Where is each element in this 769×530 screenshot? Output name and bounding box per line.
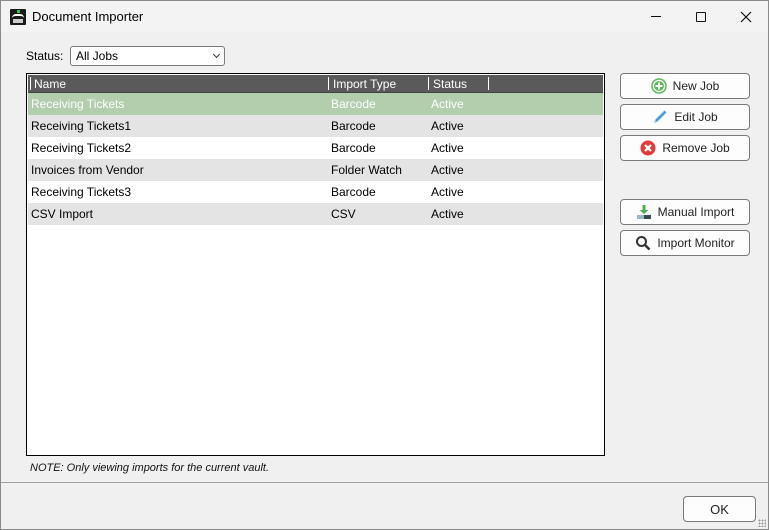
column-separator[interactable] (328, 77, 329, 90)
job-import-type: Barcode (331, 97, 376, 111)
remove-job-button[interactable]: Remove Job (620, 135, 750, 161)
job-import-type: Folder Watch (331, 163, 402, 177)
new-job-button[interactable]: New Job (620, 73, 750, 99)
manual-import-label: Manual Import (657, 205, 735, 219)
status-filter-dropdown[interactable]: All Jobs (70, 46, 225, 66)
plus-circle-icon (650, 78, 667, 94)
job-name: CSV Import (31, 207, 94, 221)
job-status: Active (431, 97, 464, 111)
import-monitor-label: Import Monitor (657, 236, 735, 250)
job-import-type: Barcode (331, 185, 376, 199)
list-header: Name Import Type Status (28, 75, 603, 93)
column-separator[interactable] (428, 77, 429, 90)
new-job-label: New Job (672, 79, 720, 93)
job-status: Active (431, 141, 464, 155)
close-icon (740, 11, 752, 22)
job-import-type: Barcode (331, 119, 376, 133)
resize-grip-icon[interactable] (758, 519, 766, 527)
manual-import-button[interactable]: Manual Import (620, 199, 750, 225)
column-header-import-type[interactable]: Import Type (333, 77, 396, 91)
maximize-icon (696, 11, 706, 22)
minimize-button[interactable] (633, 1, 679, 32)
status-filter-label: Status: (26, 49, 64, 63)
job-status: Active (431, 207, 464, 221)
status-filter-value: All Jobs (76, 49, 119, 63)
edit-job-label: Edit Job (674, 110, 718, 124)
ok-button[interactable]: OK (683, 496, 756, 522)
title-bar: Document Importer (1, 1, 768, 32)
table-row[interactable]: Receiving Tickets2 Barcode Active (28, 137, 603, 159)
chevron-down-icon (212, 50, 221, 59)
table-row[interactable]: Receiving Tickets Barcode Active (28, 93, 603, 115)
job-name: Receiving Tickets (31, 97, 125, 111)
job-status: Active (431, 163, 464, 177)
jobs-list[interactable]: Name Import Type Status Receiving Ticket… (26, 73, 605, 456)
job-name: Receiving Tickets3 (31, 185, 132, 199)
column-header-name[interactable]: Name (34, 77, 66, 91)
table-row[interactable]: CSV Import CSV Active (28, 203, 603, 225)
job-name: Receiving Tickets1 (31, 119, 132, 133)
table-row[interactable]: Invoices from Vendor Folder Watch Active (28, 159, 603, 181)
footer-divider (1, 482, 768, 483)
x-circle-icon (640, 140, 656, 156)
maximize-button[interactable] (678, 1, 724, 32)
job-name: Receiving Tickets2 (31, 141, 132, 155)
table-row[interactable]: Receiving Tickets1 Barcode Active (28, 115, 603, 137)
job-import-type: CSV (331, 207, 356, 221)
import-monitor-button[interactable]: Import Monitor (620, 230, 750, 256)
column-separator[interactable] (488, 77, 489, 90)
column-header-status[interactable]: Status (433, 77, 467, 91)
window-title: Document Importer (32, 9, 144, 24)
job-import-type: Barcode (331, 141, 376, 155)
download-icon (636, 205, 651, 219)
ok-label: OK (710, 501, 729, 517)
vault-note: NOTE: Only viewing imports for the curre… (30, 462, 270, 474)
pencil-icon (654, 110, 667, 123)
job-status: Active (431, 185, 464, 199)
app-logo-icon (10, 9, 26, 25)
job-status: Active (431, 119, 464, 133)
column-separator[interactable] (30, 77, 31, 90)
edit-job-button[interactable]: Edit Job (620, 104, 750, 130)
remove-job-label: Remove Job (662, 141, 730, 155)
magnifier-icon (636, 236, 651, 251)
table-row[interactable]: Receiving Tickets3 Barcode Active (28, 181, 603, 203)
document-importer-window: Document Importer Status: All Jobs Name … (0, 0, 769, 530)
minimize-icon (651, 16, 661, 17)
job-name: Invoices from Vendor (31, 163, 144, 177)
close-button[interactable] (723, 1, 769, 32)
